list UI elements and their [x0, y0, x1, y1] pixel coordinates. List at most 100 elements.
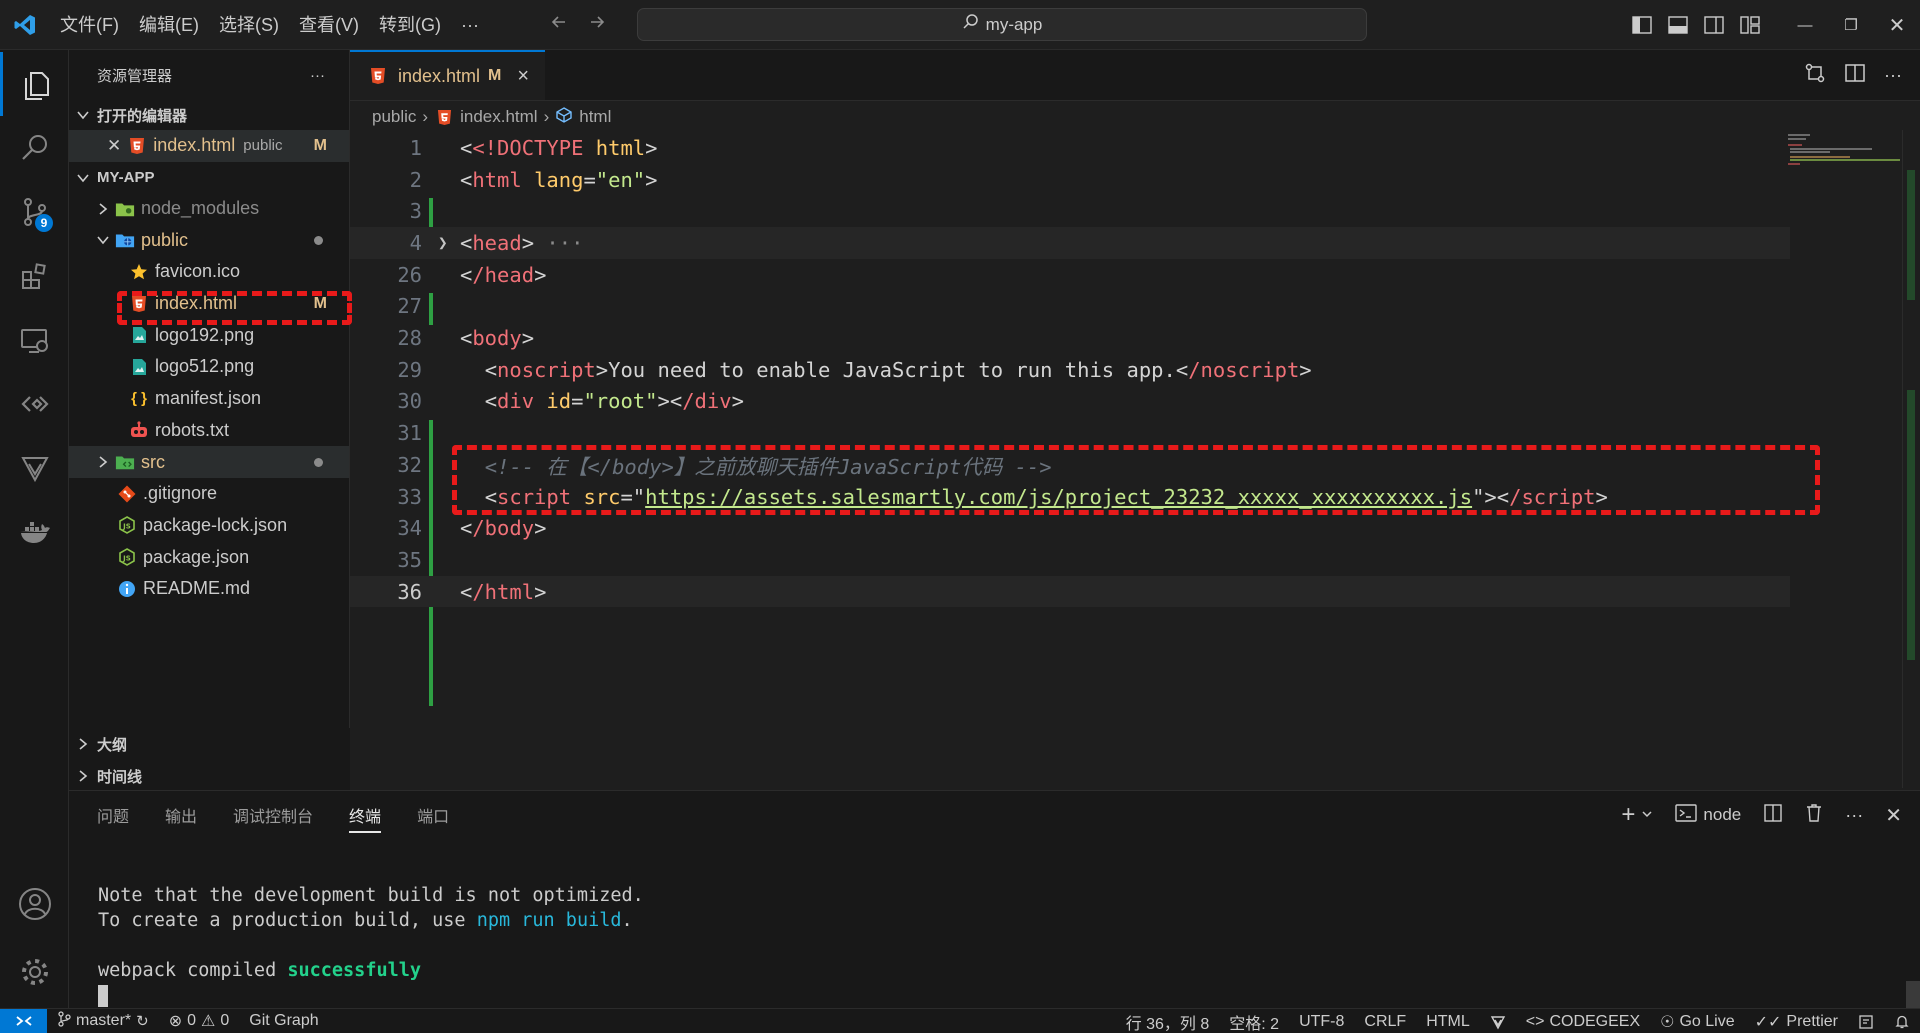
explorer-more-icon[interactable]: ··· — [310, 67, 325, 84]
fold-chevron-right-icon[interactable]: ❯ — [438, 233, 448, 252]
timeline-header[interactable]: 时间线 — [69, 760, 350, 792]
chevron-down-icon[interactable] — [1641, 805, 1653, 825]
tree-item-package-json[interactable]: JS package.json — [69, 541, 349, 573]
close-panel-icon[interactable]: ✕ — [1885, 803, 1902, 828]
tree-item-src[interactable]: src — [69, 446, 349, 478]
code-editor[interactable]: 1 <<!DOCTYPE html> 2 <html lang="en"> 3 … — [350, 130, 1902, 788]
tree-item-robots[interactable]: robots.txt — [69, 415, 349, 447]
terminal-shell-selector[interactable]: node — [1675, 803, 1741, 828]
tab-problems[interactable]: 问题 — [97, 803, 129, 827]
close-window-icon[interactable]: ✕ — [1874, 0, 1920, 50]
language-status[interactable]: HTML — [1416, 1013, 1480, 1031]
tree-item-public[interactable]: public — [69, 224, 349, 256]
close-icon[interactable]: ✕ — [107, 136, 121, 156]
tab-ports[interactable]: 端口 — [417, 803, 449, 827]
tree-item-manifest[interactable]: { } manifest.json — [69, 383, 349, 415]
tree-item-readme[interactable]: README.md — [69, 573, 349, 605]
testing-icon[interactable] — [0, 436, 69, 500]
tree-item-logo512[interactable]: logo512.png — [69, 351, 349, 383]
source-control-icon[interactable]: 9 — [0, 180, 69, 244]
breadcrumb-folder[interactable]: public — [372, 107, 416, 127]
title-bar: 文件(F) 编辑(E) 选择(S) 查看(V) 转到(G) ··· my-app… — [0, 0, 1920, 50]
tab-terminal[interactable]: 终端 — [349, 803, 382, 833]
remote-explorer-icon[interactable] — [0, 308, 69, 372]
public-folder-icon — [115, 230, 135, 250]
menu-view[interactable]: 查看(V) — [289, 0, 369, 50]
settings-gear-icon[interactable] — [0, 940, 69, 1004]
menu-go[interactable]: 转到(G) — [369, 0, 451, 50]
tree-item-package-lock[interactable]: JS package-lock.json — [69, 510, 349, 542]
menu-more[interactable]: ··· — [451, 0, 489, 50]
indentation-status[interactable]: 空格: 2 — [1219, 1010, 1289, 1033]
open-changes-icon[interactable] — [1804, 62, 1826, 89]
terminal-scrollbar[interactable] — [1906, 981, 1920, 1009]
tree-item-gitignore[interactable]: .gitignore — [69, 478, 349, 510]
restore-icon[interactable]: ❐ — [1828, 0, 1874, 50]
feedback-icon[interactable] — [1848, 1014, 1884, 1030]
new-terminal-icon[interactable]: + — [1621, 801, 1635, 829]
menu-file[interactable]: 文件(F) — [50, 0, 129, 50]
command-center-search[interactable]: my-app — [637, 8, 1367, 41]
back-arrow-icon[interactable] — [549, 12, 569, 37]
toggle-primary-sidebar-icon[interactable] — [1624, 0, 1660, 50]
panel-more-icon[interactable]: ··· — [1845, 805, 1863, 826]
problems-status[interactable]: ⊗ 0 ⚠ 0 — [159, 1011, 240, 1031]
outline-header[interactable]: 大纲 — [69, 728, 350, 760]
menu-edit[interactable]: 编辑(E) — [129, 0, 209, 50]
forward-arrow-icon[interactable] — [587, 12, 607, 37]
explorer-icon[interactable] — [0, 52, 69, 116]
code-line: 1 <<!DOCTYPE html> — [409, 135, 658, 160]
sync-icon[interactable]: ↻ — [136, 1012, 149, 1030]
eol-status[interactable]: CRLF — [1354, 1013, 1416, 1031]
info-file-icon — [117, 579, 137, 599]
search-view-icon[interactable] — [0, 116, 69, 180]
code-line-folded: 4 ❯ <head> ··· — [350, 227, 1790, 259]
tab-output[interactable]: 输出 — [165, 803, 197, 827]
toggle-panel-icon[interactable] — [1660, 0, 1696, 50]
project-header[interactable]: MY-APP — [69, 163, 349, 193]
breadcrumb-file[interactable]: index.html — [460, 107, 537, 127]
codegeex-status[interactable]: <> CODEGEEX — [1516, 1013, 1650, 1031]
tab-index-html[interactable]: index.html M × — [350, 50, 545, 100]
tree-item-favicon[interactable]: favicon.ico — [69, 256, 349, 288]
split-editor-icon[interactable] — [1844, 63, 1866, 88]
modified-dot — [314, 235, 323, 245]
trash-icon[interactable] — [1805, 803, 1823, 828]
codegeex-icon[interactable] — [0, 372, 69, 436]
cursor-position-status[interactable]: 行 36，列 8 — [1116, 1010, 1220, 1033]
git-graph-status[interactable]: Git Graph — [239, 1012, 328, 1030]
editor-scrollbar[interactable] — [1902, 130, 1920, 788]
notifications-bell-icon[interactable] — [1884, 1014, 1920, 1030]
minimap[interactable] — [1788, 130, 1902, 190]
minimize-icon[interactable]: — — [1782, 0, 1828, 50]
accounts-icon[interactable] — [0, 872, 69, 936]
toggle-secondary-sidebar-icon[interactable] — [1696, 0, 1732, 50]
open-editor-item[interactable]: ✕ index.html public M — [69, 130, 349, 162]
prettier-status[interactable]: ✓✓ Prettier — [1745, 1012, 1848, 1032]
error-icon: ⊗ — [168, 1013, 183, 1030]
src-folder-icon — [115, 452, 135, 472]
extensions-icon[interactable] — [0, 244, 69, 308]
testing-status-icon[interactable] — [1480, 1014, 1516, 1030]
encoding-status[interactable]: UTF-8 — [1289, 1013, 1354, 1031]
split-terminal-icon[interactable] — [1763, 803, 1783, 828]
menu-selection[interactable]: 选择(S) — [209, 0, 289, 50]
svg-text:JS: JS — [122, 523, 131, 531]
editor-more-icon[interactable]: ··· — [1884, 65, 1902, 86]
robot-file-icon — [129, 420, 149, 440]
customize-layout-icon[interactable] — [1732, 0, 1768, 50]
node-folder-icon — [115, 199, 135, 219]
codegeex-icon: <> — [1525, 1012, 1545, 1030]
chevron-right-icon — [75, 737, 91, 751]
tab-debug-console[interactable]: 调试控制台 — [233, 803, 313, 827]
terminal-output[interactable]: Note that the development build is not o… — [98, 883, 644, 1008]
remote-indicator-icon[interactable] — [0, 1008, 47, 1033]
tree-item-node-modules[interactable]: node_modules — [69, 193, 349, 225]
docker-icon[interactable] — [0, 500, 69, 564]
git-file-icon — [117, 484, 137, 504]
tab-close-icon[interactable]: × — [517, 65, 529, 88]
open-editors-header[interactable]: 打开的编辑器 — [69, 100, 349, 130]
breadcrumb-symbol[interactable]: html — [579, 107, 611, 127]
git-branch-status[interactable]: master* ↻ — [47, 1010, 159, 1032]
go-live-status[interactable]: ☉ Go Live — [1650, 1012, 1744, 1032]
